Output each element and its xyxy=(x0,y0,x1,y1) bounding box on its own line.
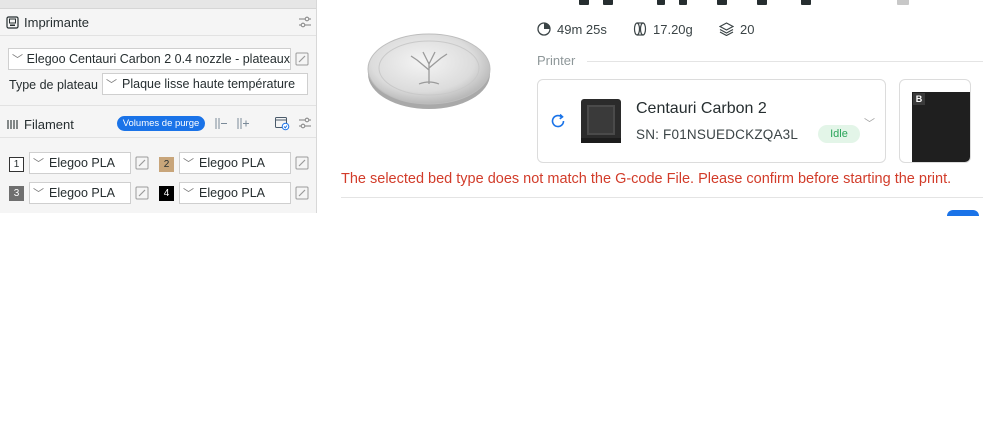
filament-slot-3-select[interactable]: ﹀ Elegoo PLA xyxy=(29,182,131,204)
clipped-title-fragment xyxy=(897,0,909,5)
filament-slot-number: 1 xyxy=(9,157,24,172)
chevron-down-icon: ﹀ xyxy=(183,158,194,170)
add-filament-icon[interactable] xyxy=(234,116,250,136)
status-badge: Idle xyxy=(818,125,860,143)
divider xyxy=(0,35,316,36)
chevron-down-icon: ﹀ xyxy=(12,54,23,66)
printer-serial: SN: F01NSUEDCKZQA3L xyxy=(636,127,799,142)
clipped-title-fragment xyxy=(801,0,811,5)
filament-slot-2-select[interactable]: ﹀ Elegoo PLA xyxy=(179,152,291,174)
chevron-down-icon: ﹀ xyxy=(183,188,194,200)
chevron-down-icon: ﹀ xyxy=(33,188,44,200)
layers-icon xyxy=(719,22,734,36)
filament-name: Elegoo PLA xyxy=(199,186,266,200)
build-plate-thumbnail[interactable]: B xyxy=(899,79,971,163)
settings-sidebar: Imprimante ﹀ Elegoo Centauri Carbon 2 0.… xyxy=(0,0,316,213)
filament-slot-number: 2 xyxy=(159,157,174,172)
filament-spool-icon xyxy=(6,118,19,131)
printer-icon xyxy=(6,15,19,29)
edit-filament-icon[interactable] xyxy=(135,186,149,200)
filament-slot-number: 3 xyxy=(9,186,24,201)
printer-preset-select[interactable]: ﹀ Elegoo Centauri Carbon 2 0.4 nozzle - … xyxy=(8,48,291,70)
chevron-down-icon: ﹀ xyxy=(106,79,117,91)
layer-count-stat: 20 xyxy=(719,21,754,37)
plate-type-badge: B xyxy=(913,93,925,105)
clock-icon xyxy=(537,22,551,36)
bed-mismatch-warning: The selected bed type does not match the… xyxy=(341,171,952,187)
sync-filament-icon[interactable] xyxy=(274,115,290,136)
clipped-title-fragment xyxy=(717,0,727,5)
filament-settings-sliders-icon[interactable] xyxy=(298,116,312,135)
filament-slot-4-select[interactable]: ﹀ Elegoo PLA xyxy=(179,182,291,204)
layer-count-value: 20 xyxy=(740,21,755,37)
printer-device-icon xyxy=(581,99,621,143)
printer-section-title: Imprimante xyxy=(24,14,90,30)
printer-section-label: Printer xyxy=(537,53,576,68)
filament-weight-value: 17.20g xyxy=(653,21,693,37)
divider xyxy=(0,137,316,138)
bed-type-value: Plaque lisse haute température xyxy=(122,77,296,91)
sidebar-top-edge xyxy=(0,0,316,9)
clipped-title-fragment xyxy=(679,0,687,5)
filament-name: Elegoo PLA xyxy=(199,156,266,170)
printer-preset-value: Elegoo Centauri Carbon 2 0.4 nozzle - pl… xyxy=(26,52,290,66)
print-window: Imprimante ﹀ Elegoo Centauri Carbon 2 0.… xyxy=(0,0,1000,435)
chevron-down-icon: ﹀ xyxy=(33,158,44,170)
filament-section-title: Filament xyxy=(24,116,74,132)
filament-weight-stat: 17.20g xyxy=(633,21,693,37)
clipped-title-fragment xyxy=(657,0,665,5)
printer-section-header[interactable]: Imprimante xyxy=(0,10,316,34)
bed-type-select[interactable]: ﹀ Plaque lisse haute température xyxy=(102,73,308,95)
divider xyxy=(0,105,316,106)
edit-printer-icon[interactable] xyxy=(295,52,309,66)
clipped-title-fragment xyxy=(579,0,589,5)
remove-filament-icon[interactable] xyxy=(212,116,228,136)
send-print-dialog: 49m 25s 17.20g 20 Printer Centauri Carbo… xyxy=(317,0,1000,216)
edit-filament-icon[interactable] xyxy=(295,156,309,170)
printer-settings-sliders-icon[interactable] xyxy=(298,15,312,29)
send-button-edge[interactable] xyxy=(947,210,979,216)
printer-name: Centauri Carbon 2 xyxy=(636,100,767,117)
filament-name: Elegoo PLA xyxy=(49,186,116,200)
filament-slot-1-select[interactable]: ﹀ Elegoo PLA xyxy=(29,152,131,174)
purge-volumes-button[interactable]: Volumes de purge xyxy=(117,116,205,131)
printer-select-card[interactable]: Centauri Carbon 2 SN: F01NSUEDCKZQA3L Id… xyxy=(537,79,886,163)
spool-icon xyxy=(633,22,647,36)
filament-name: Elegoo PLA xyxy=(49,156,116,170)
divider xyxy=(341,197,983,198)
plate-preview-thumbnail xyxy=(367,33,491,109)
clipped-title-fragment xyxy=(757,0,767,5)
edit-filament-icon[interactable] xyxy=(295,186,309,200)
print-time-stat: 49m 25s xyxy=(537,21,607,37)
refresh-icon[interactable] xyxy=(550,113,566,134)
bed-type-label: Type de plateau xyxy=(9,78,98,92)
print-time-value: 49m 25s xyxy=(557,21,607,37)
divider xyxy=(587,61,983,62)
filament-slot-number: 4 xyxy=(159,186,174,201)
chevron-down-icon[interactable]: ﹀ xyxy=(864,115,875,131)
edit-filament-icon[interactable] xyxy=(135,156,149,170)
clipped-title-fragment xyxy=(603,0,613,5)
